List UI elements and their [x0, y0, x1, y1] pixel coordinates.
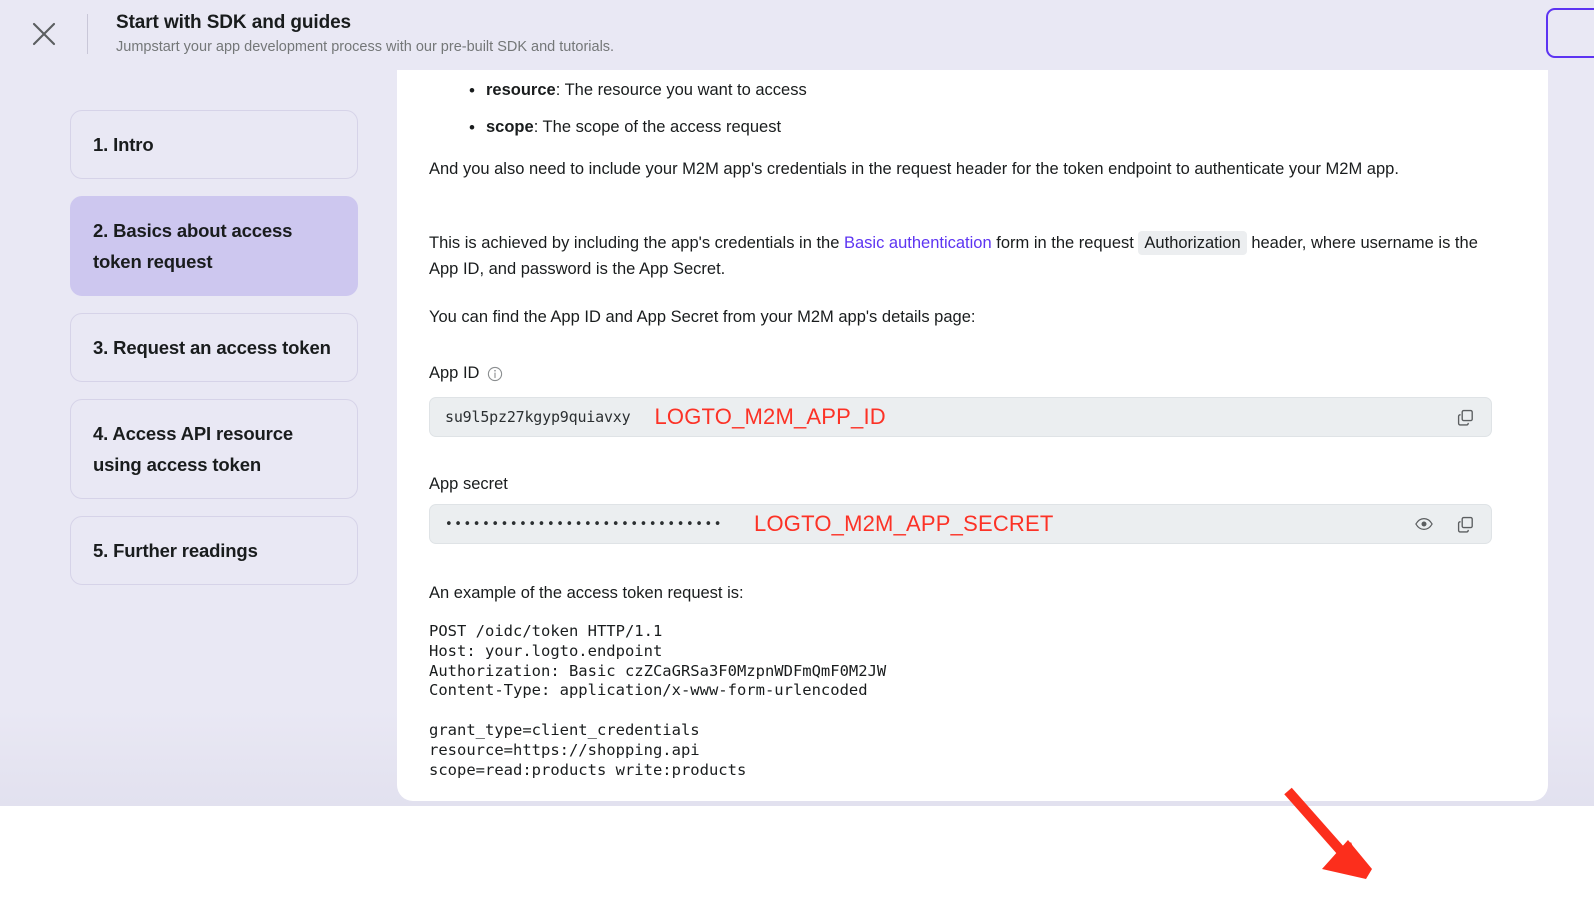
- basic-authentication-link[interactable]: Basic authentication: [844, 234, 992, 252]
- modal-footer: Finish and done: [0, 806, 1594, 922]
- app-id-annotation: LOGTO_M2M_APP_ID: [654, 404, 886, 429]
- copy-icon[interactable]: [1456, 515, 1475, 534]
- paragraph-basic-auth: This is achieved by including the app's …: [429, 230, 1489, 282]
- paragraph-credentials-header: And you also need to include your M2M ap…: [429, 160, 1399, 178]
- copy-icon[interactable]: [1456, 408, 1475, 427]
- page-subtitle: Jumpstart your app development process w…: [116, 39, 615, 55]
- list-item: scope: The scope of the access request: [429, 109, 1469, 146]
- app-secret-field-actions: [1414, 514, 1479, 534]
- sdk-guides-modal: Start with SDK and guides Jumpstart your…: [0, 0, 1594, 806]
- app-id-field[interactable]: su9l5pz27kgyp9quiavxy LOGTO_M2M_APP_ID: [429, 397, 1492, 437]
- close-icon: [32, 22, 56, 46]
- parameter-bullet-list: resource: The resource you want to acces…: [429, 72, 1469, 146]
- page-title: Start with SDK and guides: [116, 12, 352, 33]
- header-divider: [87, 14, 88, 54]
- paragraph-example-request: An example of the access token request i…: [429, 584, 744, 602]
- bullet-term-resource: resource: [486, 81, 556, 99]
- app-secret-annotation: LOGTO_M2M_APP_SECRET: [754, 511, 1054, 536]
- sidebar-item-further-readings[interactable]: 5. Further readings: [70, 516, 358, 585]
- guide-steps-sidebar: 1. Intro 2. Basics about access token re…: [70, 110, 358, 585]
- bullet-desc-scope: : The scope of the access request: [533, 118, 782, 136]
- paragraph-basic-auth-part2: form in the request: [991, 234, 1139, 252]
- modal-header: Start with SDK and guides Jumpstart your…: [0, 0, 1594, 68]
- sidebar-item-access-api-resource[interactable]: 4. Access API resource using access toke…: [70, 399, 358, 499]
- sidebar-item-basics-about-access-token-request[interactable]: 2. Basics about access token request: [70, 196, 358, 296]
- bullet-term-scope: scope: [486, 118, 534, 136]
- bullet-desc-resource: : The resource you want to access: [555, 81, 807, 99]
- app-id-value: su9l5pz27kgyp9quiavxy: [445, 408, 631, 426]
- sidebar-item-request-an-access-token[interactable]: 3. Request an access token: [70, 313, 358, 382]
- list-item: resource: The resource you want to acces…: [429, 72, 1469, 109]
- inline-code-authorization: Authorization: [1138, 231, 1247, 255]
- app-secret-field[interactable]: •••••••••••••••••••••••••••••• LOGTO_M2M…: [429, 504, 1492, 544]
- app-id-label: App ID: [429, 364, 480, 382]
- header-text-group: Start with SDK and guides Jumpstart your…: [116, 11, 614, 57]
- eye-icon[interactable]: [1414, 514, 1434, 534]
- app-secret-label-group: App secret: [429, 475, 508, 494]
- app-id-field-actions: [1456, 408, 1479, 427]
- sidebar-item-intro[interactable]: 1. Intro: [70, 110, 358, 179]
- token-request-code-block: POST /oidc/token HTTP/1.1 Host: your.log…: [429, 622, 887, 779]
- app-secret-masked-value: ••••••••••••••••••••••••••••••: [445, 516, 724, 532]
- app-id-label-group: App ID: [429, 364, 503, 383]
- info-circle-icon[interactable]: [487, 366, 503, 382]
- app-secret-label: App secret: [429, 475, 508, 493]
- top-right-outlined-element[interactable]: [1546, 8, 1594, 58]
- paragraph-find-credentials: You can find the App ID and App Secret f…: [429, 308, 976, 326]
- close-button[interactable]: [22, 12, 66, 56]
- app-root: Start with SDK and guides Jumpstart your…: [0, 0, 1594, 922]
- paragraph-basic-auth-part1: This is achieved by including the app's …: [429, 234, 844, 252]
